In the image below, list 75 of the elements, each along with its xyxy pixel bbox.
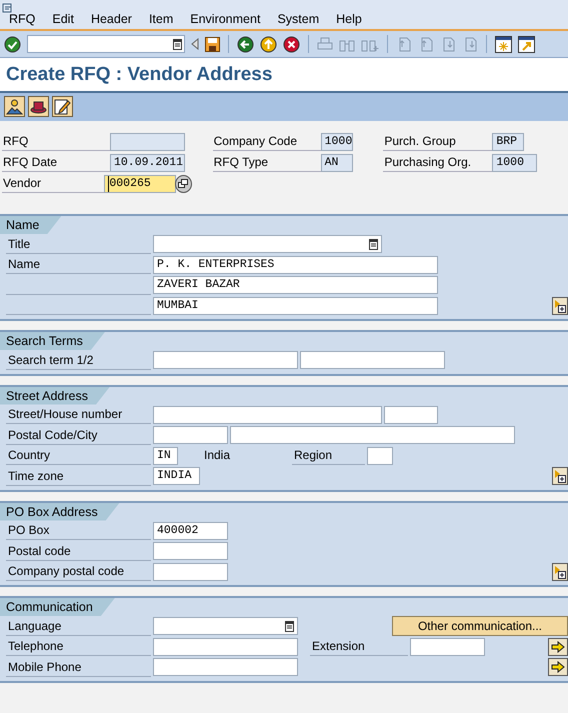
- save-icon[interactable]: [205, 36, 220, 52]
- input-field[interactable]: IN: [153, 446, 178, 465]
- input-field[interactable]: INDIA: [153, 467, 200, 486]
- field-label: PO Box: [6, 521, 151, 540]
- menu-item[interactable]: System: [277, 10, 328, 28]
- expand-button[interactable]: [552, 296, 568, 315]
- field-label: Company Code: [212, 132, 321, 151]
- expand-button[interactable]: [552, 467, 568, 486]
- input-field[interactable]: [153, 235, 382, 254]
- field-value: India: [203, 447, 232, 464]
- input-field[interactable]: ZAVERI BAZAR: [153, 276, 438, 294]
- input-field[interactable]: [367, 446, 393, 465]
- field-label: Postal code: [6, 542, 151, 561]
- input-field[interactable]: [384, 406, 438, 424]
- field-label: Name: [6, 255, 151, 274]
- command-field[interactable]: [27, 35, 185, 53]
- shortcut-icon[interactable]: [518, 36, 535, 52]
- input-field[interactable]: [153, 658, 298, 676]
- input-field[interactable]: [153, 351, 298, 370]
- field-label: Mobile Phone: [6, 658, 151, 677]
- menu-item[interactable]: RFQ: [9, 10, 44, 28]
- other-communication-button[interactable]: Other communication...: [392, 616, 568, 636]
- field-label: Country: [6, 446, 151, 466]
- input-field[interactable]: 1000: [320, 132, 353, 150]
- input-field[interactable]: [153, 426, 228, 444]
- input-field[interactable]: [230, 426, 515, 444]
- back-icon[interactable]: [237, 36, 254, 52]
- menu-item[interactable]: Help: [336, 10, 370, 28]
- windows-icon: [178, 179, 188, 188]
- input-field[interactable]: BRP: [492, 132, 524, 150]
- field-label: Region: [292, 446, 365, 466]
- check-icon[interactable]: [4, 36, 21, 52]
- input-field[interactable]: [153, 617, 298, 636]
- field-label: Postal Code/City: [6, 426, 151, 445]
- input-field[interactable]: P. K. ENTERPRISES: [153, 256, 438, 274]
- screen-title: Create RFQ : Vendor Address: [0, 58, 568, 93]
- input-field[interactable]: [410, 638, 485, 656]
- input-field[interactable]: 1000: [492, 154, 538, 172]
- field-label: RFQ Type: [212, 153, 321, 172]
- field-label: Title: [6, 234, 151, 254]
- input-field[interactable]: MUMBAI: [153, 296, 438, 315]
- menu-item[interactable]: Edit: [52, 10, 82, 28]
- input-field[interactable]: [153, 562, 228, 581]
- input-field[interactable]: AN: [320, 154, 353, 172]
- input-field[interactable]: [153, 542, 228, 560]
- field-label: Time zone: [6, 466, 151, 486]
- edit-icon[interactable]: [52, 96, 73, 117]
- hat-icon[interactable]: [28, 96, 49, 117]
- input-field[interactable]: [153, 638, 298, 656]
- menu-item[interactable]: Item: [148, 10, 182, 28]
- person-icon[interactable]: [4, 96, 25, 117]
- input-field[interactable]: [110, 132, 185, 150]
- menu-item[interactable]: Environment: [190, 10, 268, 28]
- input-field[interactable]: 10.09.2011: [110, 154, 185, 172]
- expand-button[interactable]: [552, 562, 568, 581]
- field-label: Street/House number: [6, 405, 151, 424]
- field-label: Language: [6, 616, 151, 636]
- field-label: Extension: [310, 637, 408, 656]
- new-window-icon[interactable]: [495, 36, 512, 52]
- arrow-button[interactable]: [548, 638, 568, 656]
- menu-item[interactable]: Header: [90, 10, 140, 28]
- dropdown-icon[interactable]: [285, 620, 294, 632]
- input-field[interactable]: [153, 406, 382, 424]
- field-label: Search term 1/2: [6, 350, 151, 370]
- dropdown-icon[interactable]: [369, 238, 378, 250]
- back-triangle-icon[interactable]: [191, 38, 199, 50]
- input-field[interactable]: [300, 351, 445, 370]
- value-help-button[interactable]: [174, 174, 192, 192]
- input-field[interactable]: 400002: [153, 522, 228, 540]
- field-label: Company postal code: [6, 562, 151, 582]
- field-label: Telephone: [6, 637, 151, 656]
- dropdown-icon[interactable]: [173, 38, 182, 50]
- cancel-icon[interactable]: [283, 36, 300, 52]
- input-field[interactable]: 000265: [104, 174, 176, 192]
- arrow-button[interactable]: [548, 658, 568, 676]
